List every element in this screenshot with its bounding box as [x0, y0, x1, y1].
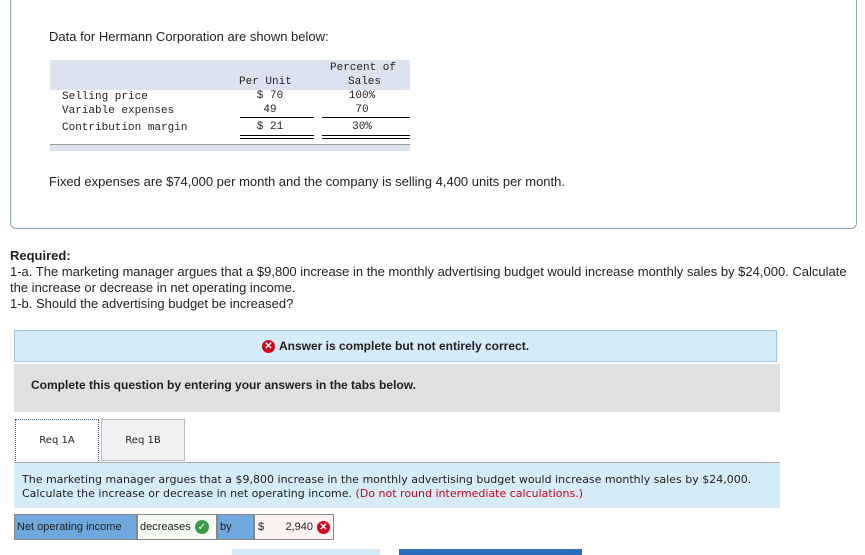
row-label: Variable expenses: [62, 105, 175, 117]
required-section: Required: 1-a. The marketing manager arg…: [10, 248, 850, 312]
row-per-unit: $ 21: [256, 121, 284, 133]
check-icon: ✓: [194, 520, 209, 534]
row-label: Contribution margin: [62, 122, 188, 134]
question-note: (Do not round intermediate calculations.…: [355, 487, 584, 500]
question-box: The marketing manager argues that a $9,8…: [14, 462, 780, 508]
requirement-1a: 1-a. The marketing manager argues that a…: [10, 264, 847, 295]
required-title: Required:: [10, 248, 71, 263]
table-footer-bg: [50, 144, 410, 151]
direction-value: decreases: [140, 521, 191, 533]
tab-req-1a[interactable]: Req 1A: [15, 419, 99, 461]
direction-select[interactable]: decreases ✓: [137, 514, 217, 540]
instruction-text: Complete this question by entering your …: [14, 364, 780, 412]
row-label: Selling price: [62, 91, 148, 103]
col-per-unit-header: Per Unit: [239, 76, 292, 88]
amount-input[interactable]: $ 2,940 ✕: [254, 514, 334, 540]
cost-table: Per Unit Percent of Sales Selling price …: [50, 60, 410, 151]
col-percent-header-2: Sales: [348, 76, 382, 88]
row-percent: 70: [355, 104, 369, 116]
error-icon: ✕: [317, 520, 330, 534]
net-operating-income-label: Net operating income: [14, 514, 137, 540]
intro-text: Data for Hermann Corporation are shown b…: [49, 29, 329, 44]
row-per-unit: 49: [263, 104, 277, 116]
by-label: by: [217, 514, 254, 540]
prev-tab-button[interactable]: [232, 549, 380, 555]
amount-value: 2,940: [285, 521, 313, 533]
answer-status-text: Answer is complete but not entirely corr…: [278, 339, 530, 353]
next-tab-button[interactable]: [399, 549, 582, 555]
col-percent-header: Percent of: [330, 62, 397, 74]
currency-symbol: $: [258, 521, 265, 533]
tab-req-1b[interactable]: Req 1B: [101, 419, 185, 461]
row-percent: 100%: [348, 90, 376, 102]
fixed-expenses-text: Fixed expenses are $74,000 per month and…: [49, 174, 565, 189]
error-icon: ✕: [261, 339, 275, 353]
row-per-unit: $ 70: [256, 90, 284, 102]
requirement-1b: 1-b. Should the advertising budget be in…: [10, 296, 294, 311]
answer-row: Net operating income decreases ✓ by $ 2,…: [14, 514, 334, 540]
row-percent: 30%: [352, 121, 372, 133]
answer-status-banner: ✕ Answer is complete but not entirely co…: [14, 330, 777, 362]
